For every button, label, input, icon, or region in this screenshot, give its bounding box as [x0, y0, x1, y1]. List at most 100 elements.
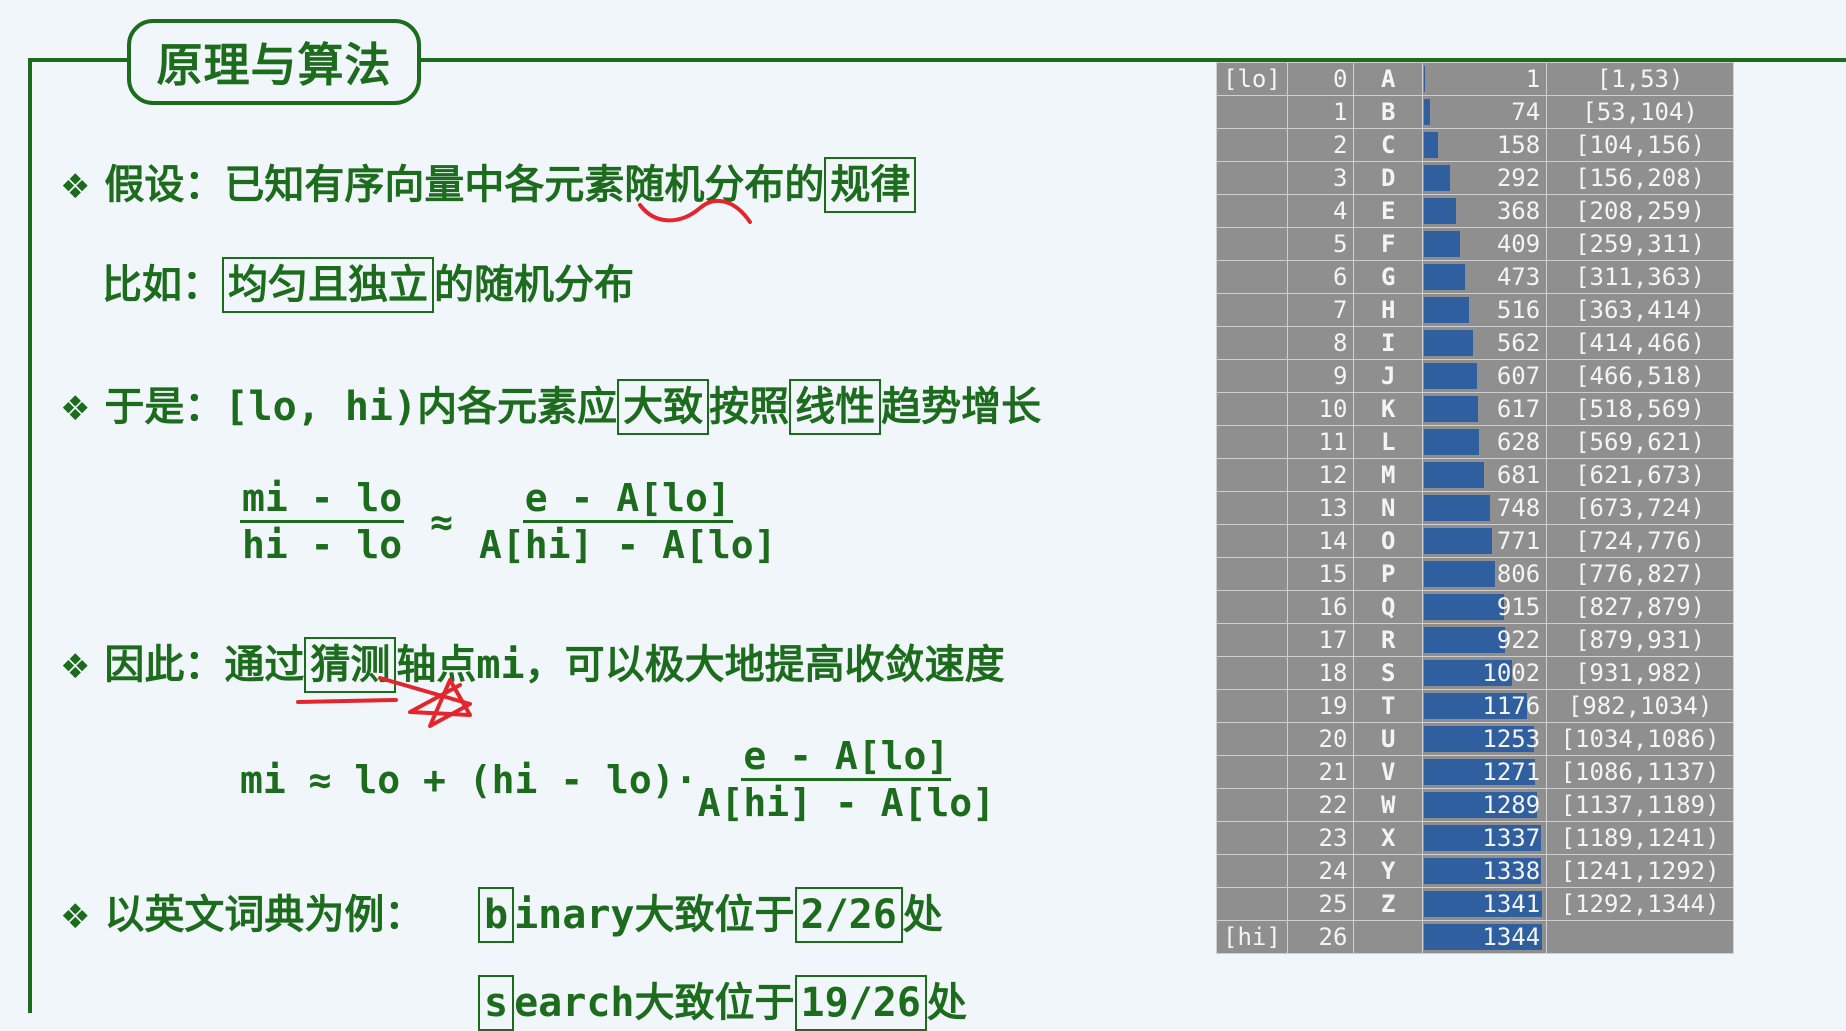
row-letter: E: [1354, 195, 1422, 228]
table-row: 9J607[466,518): [1217, 360, 1734, 393]
row-letter: A: [1354, 63, 1422, 96]
ratio-formula: mi - lo hi - lo ≈ e - A[lo] A[hi] - A[lo…: [240, 476, 776, 567]
assumption-text: 假设：已知有序向量中各元素: [104, 162, 624, 208]
row-range: [363,414): [1547, 294, 1734, 327]
row-index: 9: [1287, 360, 1354, 393]
row-value: 158: [1497, 131, 1540, 159]
row-tag: [1217, 426, 1288, 459]
row-range: [982,1034): [1547, 690, 1734, 723]
value-bar: [1424, 594, 1504, 620]
row-range: [1137,1189): [1547, 789, 1734, 822]
row-index: 11: [1287, 426, 1354, 459]
row-value-cell: 915: [1422, 591, 1546, 624]
right-numerator: e - A[lo]: [523, 476, 733, 523]
row-tag: [1217, 657, 1288, 690]
row-range: [518,569): [1547, 393, 1734, 426]
table-row: 8I562[414,466): [1217, 327, 1734, 360]
row-index: 21: [1287, 756, 1354, 789]
table-row: 25Z1341[1292,1344): [1217, 888, 1734, 921]
conclusion-label: 因此：通过: [104, 642, 304, 688]
row-value-cell: 1002: [1422, 657, 1546, 690]
row-value-cell: 292: [1422, 162, 1546, 195]
search-rest: earch: [514, 980, 634, 1026]
therefore-linear-line: ❖ 于是：[lo, hi)内各元素应大致按照线性趋势增长: [60, 374, 1041, 435]
row-value: 771: [1497, 527, 1540, 555]
boxed-roughly: 大致: [617, 379, 709, 435]
row-tag: [1217, 624, 1288, 657]
row-value: 1: [1526, 65, 1540, 93]
row-value-cell: 409: [1422, 228, 1546, 261]
row-value-cell: 158: [1422, 129, 1546, 162]
row-value-cell: 771: [1422, 525, 1546, 558]
table-row: 23X1337[1189,1241): [1217, 822, 1734, 855]
row-tag: [1217, 855, 1288, 888]
row-index: 14: [1287, 525, 1354, 558]
row-value-cell: 368: [1422, 195, 1546, 228]
table-row: 5F409[259,311): [1217, 228, 1734, 261]
assumption-distribution: 分布的: [704, 162, 824, 208]
row-letter: M: [1354, 459, 1422, 492]
value-bar: [1424, 99, 1430, 125]
boxed-linear: 线性: [789, 379, 881, 435]
table-row: 4E368[208,259): [1217, 195, 1734, 228]
row-index: 17: [1287, 624, 1354, 657]
row-range: [827,879): [1547, 591, 1734, 624]
row-letter: W: [1354, 789, 1422, 822]
row-value: 1002: [1482, 659, 1540, 687]
table-row: 16Q915[827,879): [1217, 591, 1734, 624]
row-value-cell: 1338: [1422, 855, 1546, 888]
row-value: 617: [1497, 395, 1540, 423]
row-value: 74: [1511, 98, 1540, 126]
row-index: 4: [1287, 195, 1354, 228]
row-letter: S: [1354, 657, 1422, 690]
dictionary-line: ❖ 以英文词典为例：: [60, 882, 424, 940]
row-letter: U: [1354, 723, 1422, 756]
row-value: 473: [1497, 263, 1540, 291]
row-index: 10: [1287, 393, 1354, 426]
row-tag: [1217, 360, 1288, 393]
frame-left-border: [28, 58, 32, 1013]
row-letter: X: [1354, 822, 1422, 855]
row-value: 1341: [1482, 890, 1540, 918]
table-row: 14O771[724,776): [1217, 525, 1734, 558]
row-value-cell: 74: [1422, 96, 1546, 129]
row-value-cell: 628: [1422, 426, 1546, 459]
row-letter: Q: [1354, 591, 1422, 624]
value-bar: [1424, 528, 1492, 554]
value-bar: [1424, 264, 1466, 290]
row-range: [1,53): [1547, 63, 1734, 96]
row-value: 628: [1497, 428, 1540, 456]
row-letter: L: [1354, 426, 1422, 459]
row-range: [1547, 921, 1734, 954]
row-value-cell: 1289: [1422, 789, 1546, 822]
row-letter: H: [1354, 294, 1422, 327]
table-row: 6G473[311,363): [1217, 261, 1734, 294]
row-range: [156,208): [1547, 162, 1734, 195]
row-tag: [1217, 723, 1288, 756]
value-bar: [1424, 396, 1478, 422]
row-index: 7: [1287, 294, 1354, 327]
row-index: 8: [1287, 327, 1354, 360]
row-value: 1253: [1482, 725, 1540, 753]
row-value-cell: 562: [1422, 327, 1546, 360]
row-value: 516: [1497, 296, 1540, 324]
boxed-2-26: 2/26: [795, 887, 903, 943]
row-value: 915: [1497, 593, 1540, 621]
bullet-icon: ❖: [60, 647, 90, 687]
pivot-numerator: e - A[lo]: [741, 734, 951, 781]
row-letter: K: [1354, 393, 1422, 426]
row-letter: C: [1354, 129, 1422, 162]
row-letter: F: [1354, 228, 1422, 261]
dictionary-table: [lo]0A1[1,53)1B74[53,104)2C158[104,156)3…: [1216, 62, 1734, 954]
value-bar: [1424, 561, 1495, 587]
row-value: 1176: [1482, 692, 1540, 720]
table-row: 11L628[569,621): [1217, 426, 1734, 459]
value-bar: [1424, 363, 1477, 389]
row-value: 607: [1497, 362, 1540, 390]
row-letter: [1354, 921, 1422, 954]
row-tag: [1217, 96, 1288, 129]
row-index: 25: [1287, 888, 1354, 921]
row-tag: [1217, 789, 1288, 822]
table-row: 10K 617[518,569): [1217, 393, 1734, 426]
row-range: [466,518): [1547, 360, 1734, 393]
